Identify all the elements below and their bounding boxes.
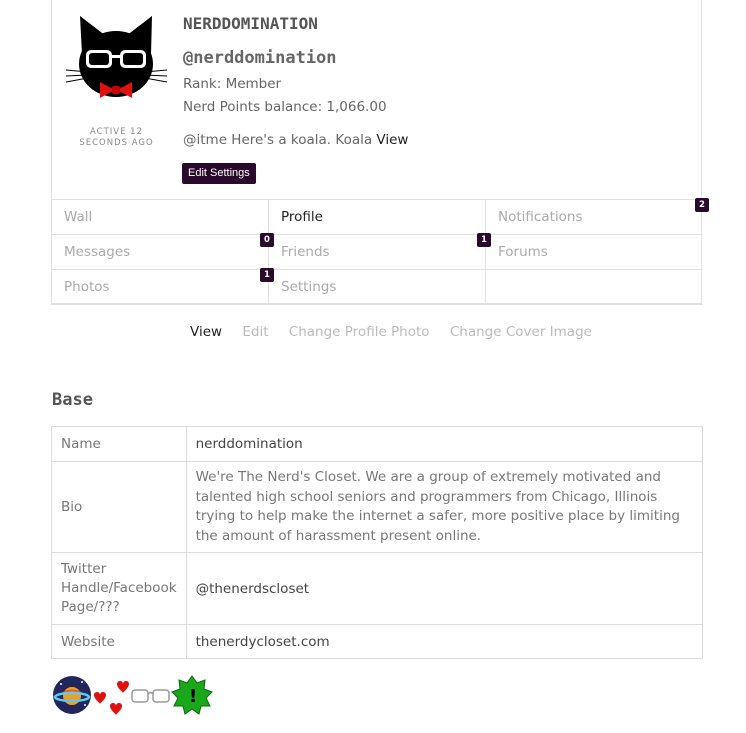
nav-label: Friends <box>281 244 330 260</box>
notifications-badge: 2 <box>695 198 709 212</box>
subnav-edit[interactable]: Edit <box>242 324 268 340</box>
table-row: Bio We're The Nerd's Closet. We are a gr… <box>51 461 704 553</box>
nav-label: Wall <box>64 209 93 225</box>
nav-label: Profile <box>281 209 323 225</box>
table-row: Name nerddomination <box>51 426 704 462</box>
nav-settings[interactable]: Settings <box>269 270 486 305</box>
user-handle: @nerddomination <box>183 48 337 68</box>
subnav-change-profile-photo[interactable]: Change Profile Photo <box>289 324 430 340</box>
nav-label: Notifications <box>498 209 583 225</box>
profile-nav: Wall Profile Notifications 2 Messages 0 Fr… <box>51 198 709 306</box>
active-status: Active 12 seconds ago <box>79 127 154 148</box>
activity-text: @itme Here's a koala. Koala <box>183 132 373 148</box>
planet-icon[interactable] <box>53 676 91 714</box>
table-row: Twitter Handle/Facebook Page/??? @thener… <box>51 552 704 625</box>
profile-subnav: View Edit Change Profile Photo Change Co… <box>190 324 608 340</box>
nav-label: Forums <box>498 244 548 260</box>
exclamation-burst-icon[interactable]: ! <box>171 675 213 715</box>
field-value: thenerdycloset.com <box>185 624 704 659</box>
field-value: We're The Nerd's Closet. We are a group … <box>185 461 704 553</box>
display-name: NERDDOMINATION <box>183 14 318 33</box>
latest-activity: @itme Here's a koala. Koala View <box>183 132 408 148</box>
nav-photos[interactable]: Photos 1 <box>51 268 274 305</box>
messages-badge: 0 <box>260 233 274 247</box>
profile-avatar[interactable] <box>65 12 168 112</box>
field-value: nerddomination <box>185 426 704 462</box>
activity-view-link[interactable]: View <box>376 132 408 148</box>
field-label: Website <box>51 624 187 659</box>
field-label: Twitter Handle/Facebook Page/??? <box>51 552 187 625</box>
nav-messages[interactable]: Messages 0 <box>51 233 274 270</box>
subnav-change-cover-image[interactable]: Change Cover Image <box>450 324 592 340</box>
friends-badge: 1 <box>477 233 491 247</box>
table-row: Website thenerdycloset.com <box>51 624 704 659</box>
glasses-icon[interactable] <box>131 689 170 703</box>
edit-settings-button[interactable]: Edit Settings <box>182 163 256 184</box>
photos-badge: 1 <box>260 268 274 282</box>
nav-forums[interactable]: Forums <box>486 235 703 270</box>
nav-label: Messages <box>64 244 131 260</box>
field-label: Bio <box>51 461 187 553</box>
member-rank: Rank: Member <box>183 76 282 92</box>
profile-fields-table: Name nerddomination Bio We're The Nerd's… <box>51 426 704 659</box>
section-title: Base <box>52 390 93 410</box>
subnav-view[interactable]: View <box>190 324 222 340</box>
nav-notifications[interactable]: Notifications 2 <box>486 198 709 235</box>
nav-label: Photos <box>64 279 110 295</box>
field-label: Name <box>51 426 187 462</box>
field-value: @thenerdscloset <box>185 552 704 625</box>
nav-friends[interactable]: Friends 1 <box>269 233 491 270</box>
points-balance: Nerd Points balance: 1,066.00 <box>183 99 387 115</box>
nav-profile[interactable]: Profile <box>269 200 486 235</box>
nav-empty-cell <box>486 270 703 305</box>
hearts-icon[interactable] <box>94 681 129 715</box>
nav-label: Settings <box>281 279 337 295</box>
achievement-badges: ! <box>52 675 222 715</box>
svg-text:!: ! <box>189 686 197 707</box>
cat-avatar-icon <box>65 16 168 98</box>
nav-wall[interactable]: Wall <box>51 200 269 235</box>
